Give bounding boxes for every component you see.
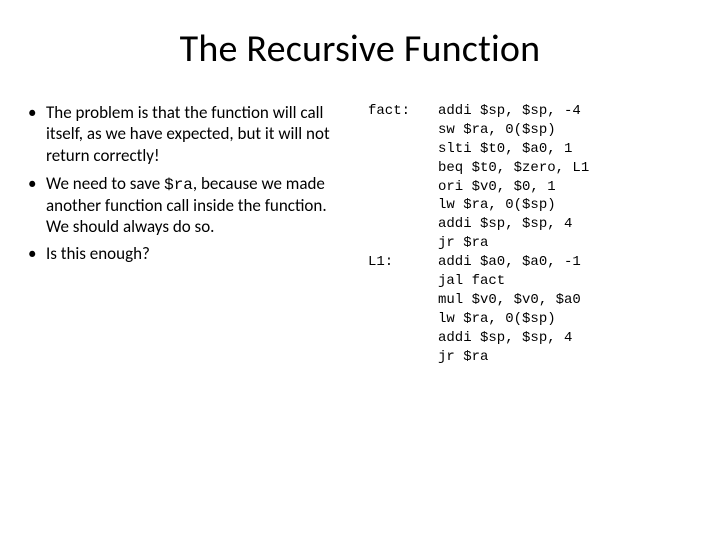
asm-labels: fact: L1: [368, 102, 438, 366]
list-item: Is this enough? [24, 243, 348, 265]
bullet-text: Is this enough? [46, 243, 150, 264]
bullet-text: We need to save [46, 173, 164, 194]
right-column: fact: L1: addi $sp, $sp, -4 sw $ra, 0($s… [360, 102, 696, 366]
asm-code: addi $sp, $sp, -4 sw $ra, 0($sp) slti $t… [438, 102, 589, 366]
list-item: The problem is that the function will ca… [24, 102, 348, 167]
slide-body: The problem is that the function will ca… [0, 82, 720, 366]
slide-title: The Recursive Function [0, 0, 720, 82]
bullet-list: The problem is that the function will ca… [24, 102, 348, 265]
bullet-code: $ra [164, 176, 193, 194]
bullet-text: The problem is that the function will ca… [46, 102, 330, 166]
left-column: The problem is that the function will ca… [24, 102, 360, 366]
slide: The Recursive Function The problem is th… [0, 0, 720, 540]
list-item: We need to save $ra, because we made ano… [24, 173, 348, 238]
